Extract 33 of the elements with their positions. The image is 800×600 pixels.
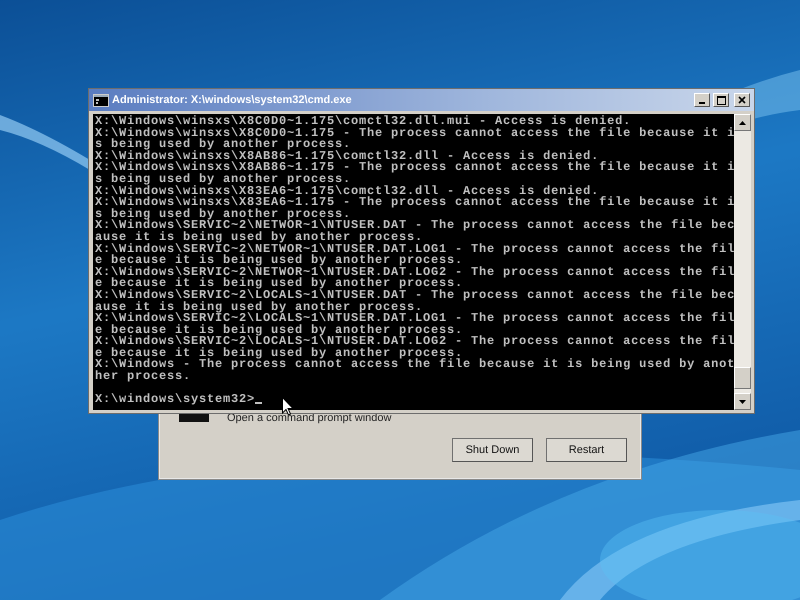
console-line: X:\Windows\winsxs\X8C0D0~1.175\comctl32.dll.mui - Access is denied. <box>95 116 632 128</box>
console-line: X:\Windows\SERVIC~2\NETWOR~1\NTUSER.DAT - The process cannot access the file bec <box>95 220 734 232</box>
console-line: e because it is being used by another process. <box>95 348 464 360</box>
window-title: Administrator: X:\windows\system32\cmd.exe <box>112 94 353 106</box>
console-line: s being used by another process. <box>95 139 352 151</box>
console-line: e because it is being used by another process. <box>95 255 464 267</box>
command-prompt: X:\windows\system32> <box>95 394 256 406</box>
scroll-thumb[interactable] <box>734 367 751 389</box>
scroll-up-button[interactable] <box>734 114 751 131</box>
down-arrow-icon <box>739 400 746 404</box>
minimize-button[interactable] <box>694 93 710 107</box>
text-cursor <box>255 402 262 404</box>
console-line: X:\Windows\SERVIC~2\LOCALS~1\NTUSER.DAT - The process cannot access the file bec <box>95 290 734 302</box>
console-line: X:\Windows\winsxs\X83EA6~1.175\comctl32.dll - Access is denied. <box>95 186 600 198</box>
close-icon <box>738 96 746 104</box>
maximize-icon <box>716 96 726 104</box>
console-line: e because it is being used by another process. <box>95 324 464 336</box>
console-line: s being used by another process. <box>95 208 352 220</box>
console-line: ause it is being used by another process. <box>95 302 424 314</box>
close-button[interactable] <box>734 93 750 107</box>
up-arrow-icon <box>739 120 746 124</box>
console-line: X:\Windows\winsxs\X8AB86~1.175\comctl32.dll - Access is denied. <box>95 150 600 162</box>
scrollbar[interactable] <box>734 114 751 410</box>
console-line: e because it is being used by another process. <box>95 278 464 290</box>
shut-down-button[interactable]: Shut Down <box>452 438 533 462</box>
console-line: her process. <box>95 371 192 383</box>
maximize-button[interactable] <box>713 93 729 107</box>
console-line: X:\Windows - The process cannot access the file because it is being used by anot <box>95 359 734 372</box>
restart-button[interactable]: Restart <box>546 438 627 462</box>
scroll-down-button[interactable] <box>734 393 751 410</box>
console-line: s being used by another process. <box>95 174 352 186</box>
option-label[interactable]: Open a command prompt window <box>227 412 392 424</box>
console-line: ause it is being used by another process. <box>95 232 424 244</box>
